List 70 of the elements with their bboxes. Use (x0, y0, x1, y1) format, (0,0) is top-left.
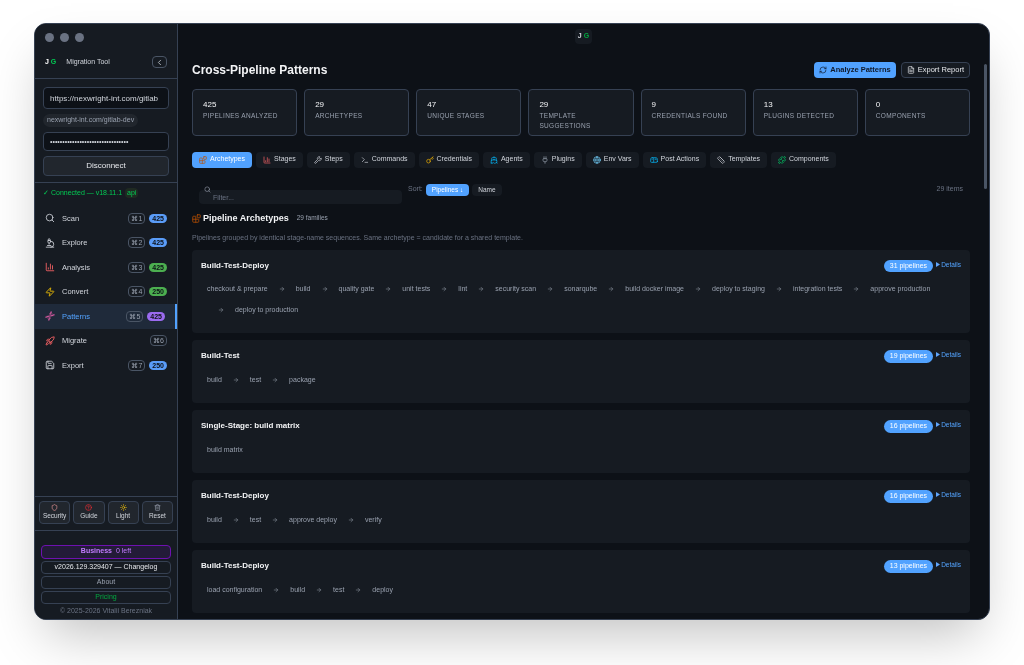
lightning-icon (45, 286, 55, 297)
arrow-icon (853, 286, 860, 293)
archetype-name: Build-Test-Deploy (201, 259, 269, 272)
shield-icon (51, 503, 59, 511)
arrow-icon (775, 286, 782, 293)
arrow-icon (272, 516, 279, 523)
stat-value: 9 (651, 98, 657, 111)
arrow-icon (218, 306, 224, 313)
server-url-field[interactable]: https://nexwright-int.com/gitlab (43, 87, 169, 109)
dna-icon (45, 311, 55, 322)
archetype-name: Single-Stage: build matrix (201, 420, 300, 432)
sun-icon (119, 503, 127, 511)
chevron-left-icon (155, 57, 164, 67)
search-icon (45, 213, 55, 224)
triangle-icon (936, 352, 941, 358)
triangle-icon (936, 492, 941, 498)
section-title: Pipeline Archetypes (203, 211, 289, 225)
arrow-icon (385, 286, 392, 293)
ship-icon (489, 155, 498, 164)
question-icon (85, 503, 93, 511)
arrow-icon (232, 516, 239, 523)
microscope-icon (45, 237, 55, 248)
wrench-icon (313, 155, 322, 164)
bar-chart-icon (263, 155, 272, 164)
puzzle-icon (778, 155, 787, 164)
archetype-name: Build-Test (201, 350, 240, 362)
minimize-window-control[interactable] (60, 33, 69, 42)
blocks-icon (199, 155, 207, 164)
stat-value: 29 (539, 98, 550, 111)
arrow-icon (355, 586, 362, 593)
stat-value: 425 (203, 98, 218, 111)
arrow-icon (321, 286, 328, 293)
arrow-icon (441, 286, 448, 293)
archetype-name: Build-Test-Deploy (201, 560, 269, 572)
blocks-icon (192, 213, 201, 223)
key-icon (425, 155, 434, 164)
close-window-control[interactable] (45, 33, 54, 42)
arrow-icon (278, 286, 285, 293)
mailbox-icon (649, 155, 658, 164)
ruler-icon (717, 155, 726, 164)
bar-chart-icon (45, 262, 55, 273)
globe-icon (592, 155, 601, 164)
collapse-sidebar-button[interactable] (152, 56, 167, 68)
archetype-name: Build-Test-Deploy (201, 490, 269, 502)
triangle-icon (936, 422, 941, 428)
search-icon (204, 186, 211, 193)
stat-value: 0 (875, 98, 882, 111)
stat-value: 29 (315, 98, 326, 111)
plug-icon (540, 155, 549, 164)
arrow-icon (547, 286, 554, 293)
refresh-icon (819, 65, 828, 74)
arrow-icon (608, 286, 615, 293)
arrow-icon (478, 286, 485, 293)
arrow-icon (316, 586, 323, 593)
terminal-icon (360, 155, 369, 164)
zoom-window-control[interactable] (75, 33, 84, 42)
arrow-icon (695, 286, 701, 293)
triangle-icon (936, 562, 941, 568)
arrow-icon (272, 376, 279, 383)
arrow-icon (273, 586, 280, 593)
stat-value: 47 (427, 98, 438, 111)
page-title: Cross-Pipeline Patterns (192, 61, 328, 79)
arrow-icon (347, 516, 354, 523)
trash-icon (153, 503, 161, 511)
triangle-icon (936, 261, 941, 267)
rocket-icon (45, 335, 55, 346)
document-icon (906, 65, 915, 74)
stat-value: 13 (763, 98, 774, 111)
disconnect-button[interactable]: Disconnect (43, 155, 169, 176)
arrow-icon (232, 376, 239, 383)
